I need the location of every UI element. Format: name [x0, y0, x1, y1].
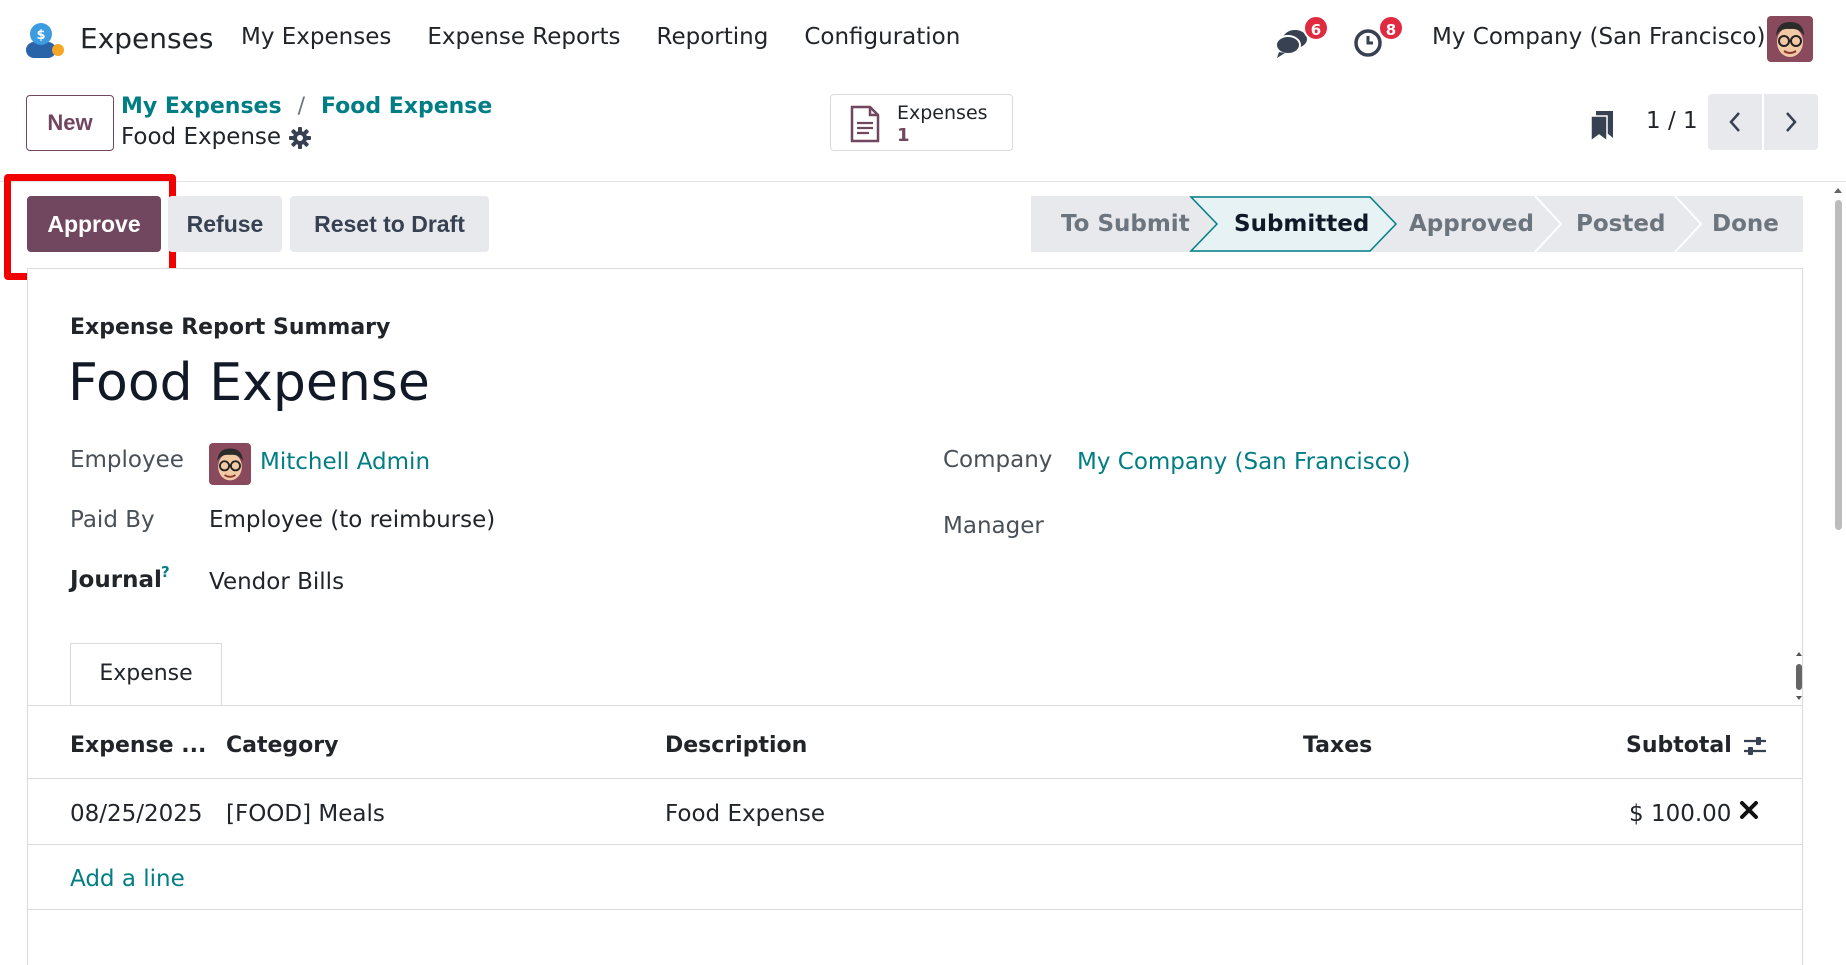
- stage-approved[interactable]: Approved: [1409, 196, 1534, 252]
- smart-button-label: Expenses: [897, 102, 988, 124]
- expenses-app-icon[interactable]: $: [24, 22, 66, 60]
- stage-submitted[interactable]: Submitted: [1234, 196, 1369, 252]
- row-subtotal[interactable]: $ 100.00: [1629, 801, 1731, 827]
- company-switcher[interactable]: My Company (San Francisco): [1432, 24, 1765, 50]
- pager-value[interactable]: 1 / 1: [1646, 108, 1698, 134]
- journal-label: Journal: [70, 567, 162, 593]
- messages-count-badge: 6: [1303, 15, 1329, 41]
- page-scrollbar-thumb[interactable]: [1835, 200, 1842, 530]
- paid-by-field[interactable]: Employee (to reimburse): [209, 507, 495, 533]
- row-description[interactable]: Food Expense: [665, 801, 825, 827]
- user-avatar[interactable]: [1767, 16, 1813, 62]
- breadcrumb: My Expenses / Food Expense: [121, 94, 492, 119]
- journal-help-tooltip[interactable]: ?: [161, 563, 170, 581]
- row-category[interactable]: [FOOD] Meals: [226, 801, 385, 827]
- employee-label: Employee: [70, 447, 184, 473]
- menu-my-expenses[interactable]: My Expenses: [241, 24, 391, 50]
- column-category[interactable]: Category: [226, 733, 338, 758]
- stage-to-submit[interactable]: To Submit: [1061, 196, 1190, 252]
- app-name[interactable]: Expenses: [80, 22, 213, 55]
- top-navbar: $ Expenses My Expenses Expense Reports R…: [0, 0, 1846, 80]
- breadcrumb-my-expenses[interactable]: My Expenses: [121, 94, 282, 119]
- stage-done[interactable]: Done: [1712, 196, 1779, 252]
- menu-expense-reports[interactable]: Expense Reports: [427, 24, 620, 50]
- table-header-divider: [28, 778, 1802, 779]
- employee-avatar-icon: [209, 443, 251, 485]
- reset-to-draft-button[interactable]: Reset to Draft: [290, 196, 489, 252]
- column-taxes[interactable]: Taxes: [1303, 733, 1372, 758]
- tab-expense[interactable]: Expense: [70, 643, 222, 706]
- menu-configuration[interactable]: Configuration: [804, 24, 960, 50]
- chevron-right-icon: [1786, 112, 1797, 132]
- row-expense-date[interactable]: 08/25/2025: [70, 801, 203, 827]
- main-menu: My Expenses Expense Reports Reporting Co…: [241, 24, 960, 50]
- pager-next-button[interactable]: [1764, 94, 1818, 150]
- tab-scrollbar[interactable]: [1794, 651, 1804, 701]
- new-button[interactable]: New: [26, 95, 114, 151]
- record-title: Food Expense: [121, 124, 282, 150]
- journal-field[interactable]: Vendor Bills: [209, 569, 344, 595]
- user-avatar-icon: [1767, 16, 1813, 62]
- refuse-button[interactable]: Refuse: [168, 196, 282, 252]
- form-sheet: Expense Report Summary Food Expense Empl…: [27, 268, 1803, 965]
- employee-field[interactable]: Mitchell Admin: [260, 449, 430, 475]
- expenses-smart-button[interactable]: Expenses 1: [830, 94, 1013, 151]
- column-expense-date[interactable]: Expense ...: [70, 733, 206, 758]
- activities-count-badge: 8: [1378, 15, 1404, 41]
- delete-row-icon[interactable]: [1738, 799, 1760, 821]
- company-field[interactable]: My Company (San Francisco): [1077, 449, 1410, 475]
- employee-avatar: [209, 443, 251, 485]
- chevron-left-icon: [1729, 112, 1740, 132]
- approve-button[interactable]: Approve: [27, 196, 161, 252]
- status-bar: Approve Refuse Reset to Draft To Submit …: [0, 174, 1846, 280]
- page-scrollbar[interactable]: [1830, 182, 1846, 965]
- column-description[interactable]: Description: [665, 733, 807, 758]
- add-a-line-link[interactable]: Add a line: [70, 866, 185, 892]
- stage-posted[interactable]: Posted: [1576, 196, 1665, 252]
- manager-label: Manager: [943, 513, 1044, 539]
- bookmark-icon[interactable]: [1589, 110, 1615, 142]
- activities-button[interactable]: 8: [1353, 15, 1404, 58]
- breadcrumb-food-expense[interactable]: Food Expense: [321, 94, 492, 119]
- control-panel: New My Expenses / Food Expense Food Expe…: [0, 80, 1846, 182]
- column-subtotal[interactable]: Subtotal: [1626, 733, 1732, 758]
- form-title[interactable]: Food Expense: [68, 353, 430, 413]
- tab-divider: [28, 705, 1802, 706]
- breadcrumb-separator: /: [297, 94, 305, 119]
- paid-by-label: Paid By: [70, 507, 155, 533]
- pager-previous-button[interactable]: [1708, 94, 1762, 150]
- stage-pipeline: To Submit Submitted Approved Posted Done: [1031, 196, 1803, 252]
- svg-text:$: $: [36, 28, 45, 43]
- scroll-up-arrow-icon: [1834, 188, 1842, 193]
- messages-button[interactable]: 6: [1275, 15, 1329, 58]
- sliders-icon[interactable]: [1742, 733, 1768, 759]
- table-row-divider: [28, 844, 1802, 845]
- gear-icon[interactable]: [288, 126, 312, 150]
- form-subtitle: Expense Report Summary: [70, 315, 391, 340]
- menu-reporting[interactable]: Reporting: [657, 24, 769, 50]
- smart-button-count: 1: [897, 125, 910, 146]
- document-icon: [850, 105, 880, 143]
- company-label: Company: [943, 447, 1053, 473]
- table-bottom-divider: [28, 909, 1802, 910]
